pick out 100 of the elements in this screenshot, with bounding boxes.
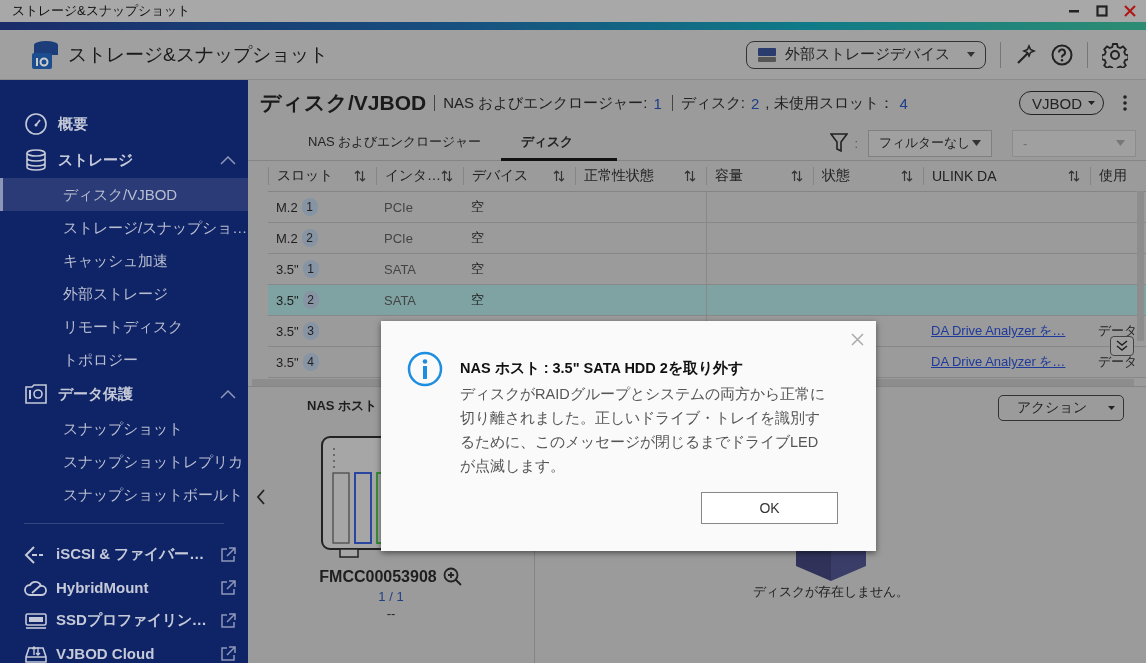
raid-drive-icon — [757, 46, 777, 63]
slot-number-badge: 2 — [301, 229, 318, 247]
filter-icon[interactable] — [830, 133, 849, 153]
nav-item[interactable]: ストレージ/スナップショ… — [0, 211, 248, 244]
table-cell: 空 — [471, 291, 484, 309]
nav-item[interactable]: トポロジー — [0, 343, 248, 376]
table-cell: SATA — [384, 261, 417, 277]
table-cell: 3.5" — [276, 354, 299, 370]
table-row[interactable]: M.2 1 PCIe 空 — [268, 192, 1146, 223]
table-row[interactable]: M.2 2 PCIe 空 — [268, 223, 1146, 254]
table-cell: 3.5" — [276, 292, 299, 308]
app-title: ストレージ&スナップショット — [68, 42, 328, 67]
chevron-left-icon[interactable] — [256, 489, 266, 505]
table-row[interactable]: 3.5" 2 SATA 空 — [268, 285, 1146, 316]
table-row[interactable]: 3.5" 1 SATA 空 — [268, 254, 1146, 285]
table-cell: データ — [1098, 322, 1137, 340]
summary-label: , 未使用スロット： — [765, 93, 894, 113]
app-link[interactable]: HybridMount — [56, 579, 212, 596]
device-selector[interactable]: 外部ストレージデバイス — [746, 40, 986, 69]
summary-label: NAS およびエンクロージャー: — [443, 93, 648, 113]
external-link-icon[interactable] — [220, 546, 236, 563]
column-header[interactable]: 容量 — [715, 167, 743, 185]
table-cell: M.2 — [276, 199, 298, 215]
sort-icon[interactable] — [553, 170, 565, 182]
tab[interactable]: ディスク — [501, 126, 618, 161]
table-cell: データ — [1098, 353, 1137, 371]
sort-icon[interactable] — [901, 170, 913, 182]
summary-count: 2 — [750, 94, 760, 112]
column-header[interactable]: ULINK DA — [932, 168, 997, 184]
settings-icon[interactable] — [1102, 41, 1128, 68]
app-link[interactable]: SSDプロファイリン… — [56, 611, 212, 630]
page-title: ディスク/VJBOD — [260, 90, 427, 116]
external-link-icon[interactable] — [220, 612, 236, 629]
magic-wand-icon[interactable] — [1015, 43, 1037, 66]
zoom-in-icon[interactable] — [442, 567, 463, 587]
nav-item[interactable]: スナップショット — [0, 412, 248, 445]
table-cell: 空 — [471, 198, 484, 216]
column-header[interactable]: デバイス — [472, 167, 528, 185]
nav-heading[interactable]: 概要 — [58, 114, 236, 134]
nav-item[interactable]: キャッシュ加速 — [0, 244, 248, 277]
table-cell: 空 — [471, 260, 484, 278]
slot-number-badge: 1 — [301, 198, 318, 216]
caret-icon — [1108, 406, 1115, 410]
nav-heading[interactable]: データ保護 — [58, 384, 210, 404]
page-indicator: 1 / 1 — [378, 589, 404, 604]
table-cell: PCIe — [384, 199, 413, 215]
maximize-icon[interactable] — [1096, 5, 1108, 17]
nav-item[interactable]: 外部ストレージ — [0, 277, 248, 310]
slot-number-badge: 4 — [302, 353, 319, 371]
column-header[interactable]: スロット — [277, 167, 333, 185]
help-icon[interactable] — [1051, 43, 1073, 66]
tab[interactable]: NAS およびエンクロージャー — [288, 126, 502, 161]
column-header[interactable]: インタ… — [385, 167, 441, 185]
external-link-icon[interactable] — [220, 645, 236, 662]
vertical-scrollbar[interactable] — [1137, 191, 1144, 341]
gauge-icon — [24, 112, 48, 136]
chevron-up-icon[interactable] — [220, 389, 236, 399]
sort-icon[interactable] — [684, 170, 696, 182]
summary-count: 1 — [653, 94, 662, 112]
slot-number-badge: 1 — [302, 260, 319, 278]
column-header[interactable]: 状態 — [822, 167, 850, 185]
sort-icon[interactable] — [791, 170, 803, 182]
dialog-title: NAS ホスト : 3.5" SATA HDD 2を取り外す — [460, 359, 744, 378]
nav-item[interactable]: スナップショットボールト — [0, 478, 248, 511]
slot-number-badge: 3 — [302, 322, 319, 340]
app-link[interactable]: iSCSI & ファイバー… — [56, 545, 212, 564]
caret-icon — [972, 140, 981, 146]
more-icon[interactable] — [1122, 94, 1128, 112]
table-cell: SATA — [384, 292, 417, 308]
sort-icon[interactable] — [354, 170, 366, 182]
double-chevron-down-icon — [1116, 340, 1128, 352]
chevron-up-icon[interactable] — [220, 155, 236, 165]
nav-item[interactable]: リモートディスク — [0, 310, 248, 343]
nav-heading[interactable]: ストレージ — [58, 150, 210, 170]
action-button[interactable]: アクション — [998, 395, 1124, 421]
table-cell: 3.5" — [276, 323, 299, 339]
caret-icon — [1088, 101, 1095, 105]
sort-icon[interactable] — [441, 170, 453, 182]
drive-analyzer-link[interactable]: DA Drive Analyzer を… — [931, 322, 1066, 340]
table-cell: 3.5" — [276, 261, 299, 277]
sort-icon[interactable] — [1068, 170, 1080, 182]
summary-count: 4 — [899, 94, 908, 112]
app-link[interactable]: VJBOD Cloud — [56, 645, 212, 662]
database-icon — [24, 148, 48, 172]
external-link-icon[interactable] — [220, 579, 236, 596]
column-header[interactable]: 使用 — [1099, 167, 1127, 185]
table-cell: PCIe — [384, 230, 413, 246]
nav-item[interactable]: スナップショットレプリカ — [0, 445, 248, 478]
drive-analyzer-link[interactable]: DA Drive Analyzer を… — [931, 353, 1066, 371]
expand-button[interactable] — [1110, 336, 1134, 356]
filter-dropdown[interactable]: フィルターなし — [868, 129, 992, 157]
nav-item[interactable]: ディスク/VJBOD — [0, 178, 248, 211]
close-icon[interactable] — [1124, 5, 1136, 17]
window-title: ストレージ&スナップショット — [12, 2, 191, 20]
storage-logo-icon — [30, 38, 60, 71]
summary-label: ディスク: — [680, 93, 745, 113]
ok-button[interactable]: OK — [701, 492, 838, 524]
column-header[interactable]: 正常性状態 — [584, 167, 654, 185]
camera-icon — [24, 382, 48, 406]
empty-message: ディスクが存在しません。 — [752, 583, 909, 601]
